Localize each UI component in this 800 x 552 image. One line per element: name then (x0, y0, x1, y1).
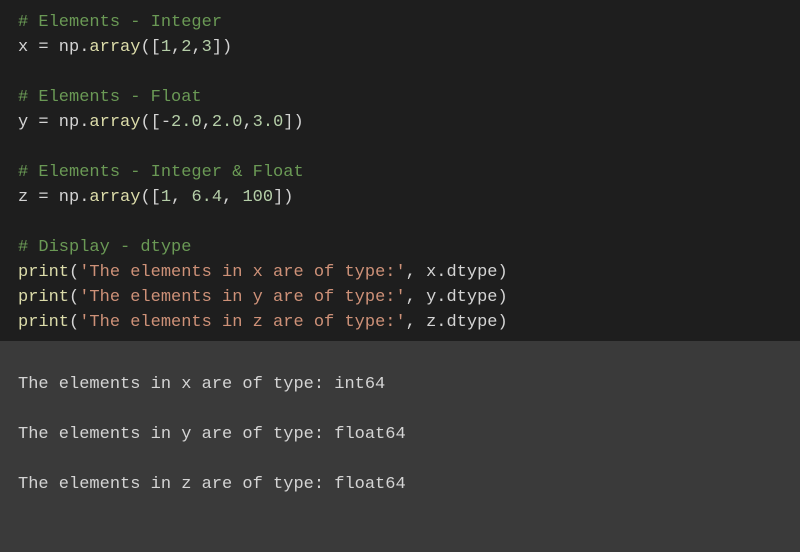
code-line-comment-display: # Display - dtype (18, 235, 782, 260)
code-line-print-z: print('The elements in z are of type:', … (18, 310, 782, 335)
number: 3.0 (253, 113, 284, 132)
dot: . (79, 188, 89, 207)
bracket: ([ (140, 113, 160, 132)
paren: ( (69, 288, 79, 307)
variable: z (18, 188, 38, 207)
dot: . (79, 38, 89, 57)
args: , z.dtype) (406, 313, 508, 332)
code-line-comment-float: # Elements - Float (18, 85, 782, 110)
code-line-x: x = np.array([1,2,3]) (18, 35, 782, 60)
module: np (49, 188, 80, 207)
blank-line (18, 60, 782, 85)
operator: = (38, 113, 48, 132)
output-console: The elements in x are of type: int64 The… (0, 341, 800, 552)
blank-line (18, 210, 782, 235)
comma: , (202, 113, 212, 132)
paren: ( (69, 263, 79, 282)
comma: , (222, 188, 242, 207)
bracket: ]) (273, 188, 293, 207)
args: , y.dtype) (406, 288, 508, 307)
output-line: The elements in z are of type: float64 (18, 472, 782, 497)
function-call: print (18, 263, 69, 282)
code-line-z: z = np.array([1, 6.4, 100]) (18, 185, 782, 210)
code-line-comment-mixed: # Elements - Integer & Float (18, 160, 782, 185)
function-call: array (89, 188, 140, 207)
dot: . (79, 113, 89, 132)
number: 6.4 (191, 188, 222, 207)
comment: # Elements - Float (18, 88, 202, 107)
number: 2.0 (171, 113, 202, 132)
comment: # Display - dtype (18, 238, 191, 257)
function-call: array (89, 113, 140, 132)
bracket: ]) (212, 38, 232, 57)
module: np (49, 113, 80, 132)
args: , x.dtype) (406, 263, 508, 282)
number: 2 (181, 38, 191, 57)
number: 2.0 (212, 113, 243, 132)
minus: - (161, 113, 171, 132)
output-line: The elements in y are of type: float64 (18, 422, 782, 447)
bracket: ([ (140, 188, 160, 207)
bracket: ]) (283, 113, 303, 132)
module: np (49, 38, 80, 57)
code-line-print-x: print('The elements in x are of type:', … (18, 260, 782, 285)
function-call: array (89, 38, 140, 57)
number: 1 (161, 188, 171, 207)
comma: , (171, 38, 181, 57)
comma: , (171, 188, 191, 207)
comma: , (191, 38, 201, 57)
variable: x (18, 38, 38, 57)
number: 3 (202, 38, 212, 57)
code-line-print-y: print('The elements in y are of type:', … (18, 285, 782, 310)
number: 100 (242, 188, 273, 207)
code-line-y: y = np.array([-2.0,2.0,3.0]) (18, 110, 782, 135)
blank-line (18, 135, 782, 160)
code-editor: # Elements - Integer x = np.array([1,2,3… (0, 0, 800, 341)
string-literal: 'The elements in y are of type:' (79, 288, 405, 307)
string-literal: 'The elements in x are of type:' (79, 263, 405, 282)
paren: ( (69, 313, 79, 332)
function-call: print (18, 288, 69, 307)
comment: # Elements - Integer & Float (18, 163, 304, 182)
operator: = (38, 188, 48, 207)
output-line: The elements in x are of type: int64 (18, 372, 782, 397)
bracket: ([ (140, 38, 160, 57)
string-literal: 'The elements in z are of type:' (79, 313, 405, 332)
number: 1 (161, 38, 171, 57)
function-call: print (18, 313, 69, 332)
comma: , (242, 113, 252, 132)
comment: # Elements - Integer (18, 13, 222, 32)
variable: y (18, 113, 38, 132)
code-line-comment-int: # Elements - Integer (18, 10, 782, 35)
operator: = (38, 38, 48, 57)
